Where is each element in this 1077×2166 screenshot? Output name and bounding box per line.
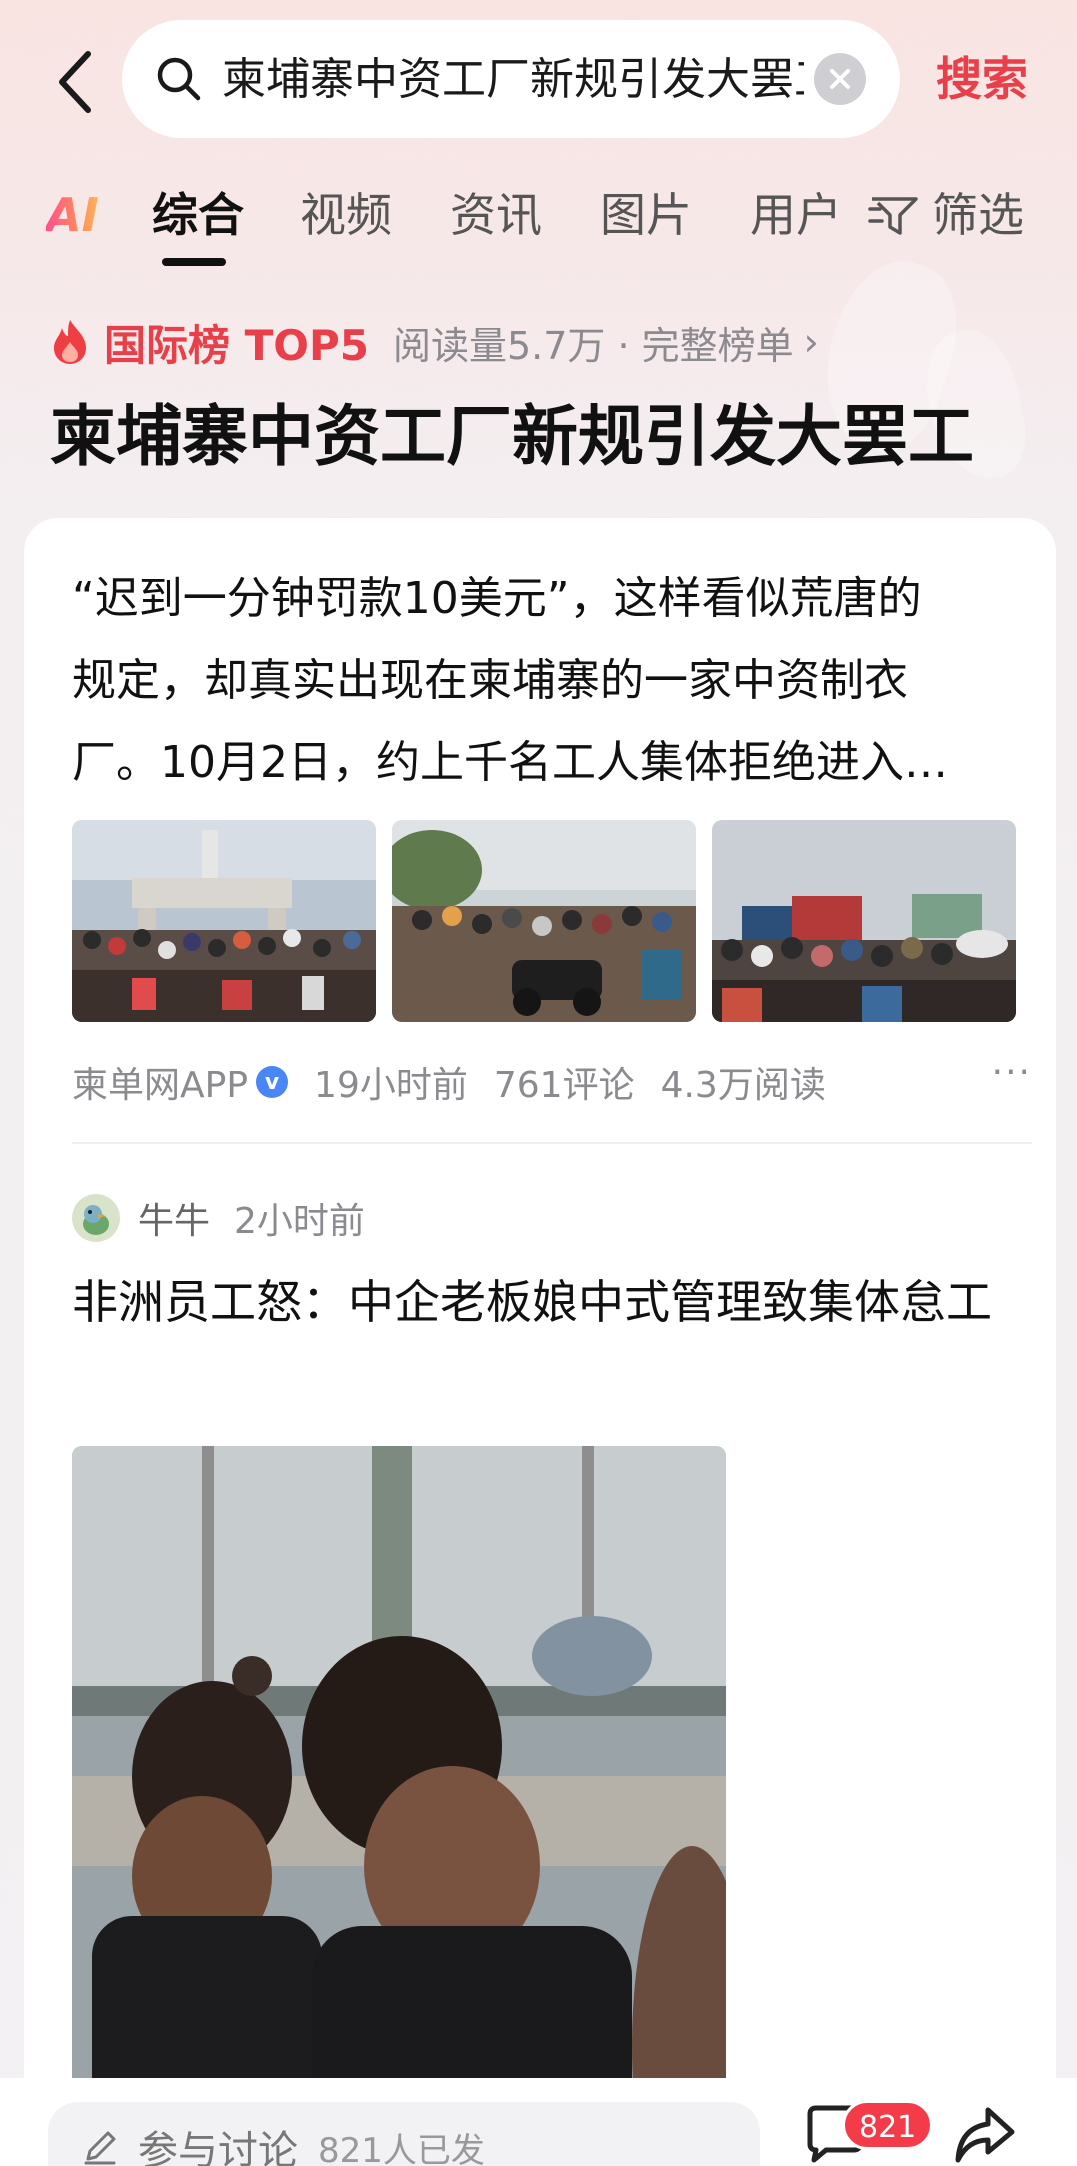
article-summary-line: 厂。10月2日，约上千名工人集体拒绝进入… xyxy=(72,737,948,788)
filter-icon xyxy=(868,197,918,235)
article-summary[interactable]: “迟到一分钟罚款10美元”，这样看似荒唐的 规定，却真实出现在柬埔寨的一家中资制… xyxy=(72,558,1032,804)
search-box[interactable]: 柬埔寨中资工厂新规引发大罢工 xyxy=(122,20,900,138)
results-card: “迟到一分钟罚款10美元”，这样看似荒唐的 规定，却真实出现在柬埔寨的一家中资制… xyxy=(24,518,1056,2166)
tab-comprehensive[interactable]: 综合 xyxy=(152,180,244,250)
comment-count-badge: 821 xyxy=(842,2100,934,2150)
article-summary-line: 规定，却真实出现在柬埔寨的一家中资制衣 xyxy=(72,655,908,706)
filter-label: 筛选 xyxy=(932,188,1024,242)
search-input[interactable]: 柬埔寨中资工厂新规引发大罢工 xyxy=(222,50,804,110)
post-image[interactable] xyxy=(72,1446,726,2166)
filter-button[interactable]: 筛选 xyxy=(868,180,1024,250)
share-icon xyxy=(955,2107,1015,2163)
article-thumbnails xyxy=(72,820,1032,1022)
post-author-row: 牛牛 2小时前 xyxy=(72,1190,365,1246)
hot-list-row[interactable]: 国际榜 TOP5 阅读量5.7万 · 完整榜单 › xyxy=(50,312,819,372)
tab-video[interactable]: 视频 xyxy=(300,180,392,250)
back-button[interactable] xyxy=(46,42,106,122)
flame-icon xyxy=(54,320,86,364)
topic-title: 柬埔寨中资工厂新规引发大罢工 xyxy=(50,398,974,475)
search-tabs: AI 综合 视频 资讯 图片 用户 筛选 xyxy=(0,170,1077,270)
share-button[interactable] xyxy=(950,2100,1020,2166)
chevron-right-icon: › xyxy=(803,320,819,364)
divider xyxy=(72,1142,1032,1144)
discussion-input[interactable]: 参与讨论 821人已发 xyxy=(48,2102,760,2166)
avatar[interactable] xyxy=(72,1194,120,1242)
article-read-count: 4.3万阅读 xyxy=(660,1065,826,1106)
post-author[interactable]: 牛牛 xyxy=(138,1192,210,1244)
article-thumbnail-crowd[interactable] xyxy=(392,820,696,1022)
article-meta: 柬单网APP v 19小时前 761评论 4.3万阅读 ··· xyxy=(72,1052,1032,1112)
discussion-label: 参与讨论 xyxy=(138,2128,298,2166)
hot-rank-label: 国际榜 TOP5 xyxy=(104,320,369,370)
clear-search-button[interactable] xyxy=(814,53,866,105)
tab-ai[interactable]: AI xyxy=(46,180,99,250)
post-title[interactable]: 非洲员工怒：中企老板娘中式管理致集体怠工 xyxy=(72,1264,1032,1340)
pen-icon xyxy=(84,2131,116,2165)
article-comment-count: 761评论 xyxy=(493,1065,635,1106)
article-time: 19小时前 xyxy=(314,1065,468,1106)
search-submit-button[interactable]: 搜索 xyxy=(936,44,1028,114)
more-options-button[interactable]: ··· xyxy=(992,1052,1032,1112)
article-thumbnail-containers[interactable] xyxy=(712,820,1016,1022)
back-arrow-icon xyxy=(59,51,91,113)
article-source[interactable]: 柬单网APP xyxy=(72,1056,248,1108)
search-icon xyxy=(157,57,201,101)
tab-news[interactable]: 资讯 xyxy=(450,180,542,250)
verified-icon: v xyxy=(256,1066,289,1098)
article-thumbnail-factory-gate[interactable] xyxy=(72,820,376,1022)
hot-read-count: 阅读量5.7万 · 完整榜单 xyxy=(392,323,794,368)
article-summary-line: “迟到一分钟罚款10美元”，这样看似荒唐的 xyxy=(72,573,922,624)
tab-images[interactable]: 图片 xyxy=(600,180,692,250)
active-tab-indicator xyxy=(162,258,226,266)
tab-users[interactable]: 用户 xyxy=(750,180,842,250)
post-time: 2小时前 xyxy=(234,1201,365,1242)
discussion-count: 821人已发 xyxy=(318,2130,485,2166)
close-icon xyxy=(830,69,850,89)
